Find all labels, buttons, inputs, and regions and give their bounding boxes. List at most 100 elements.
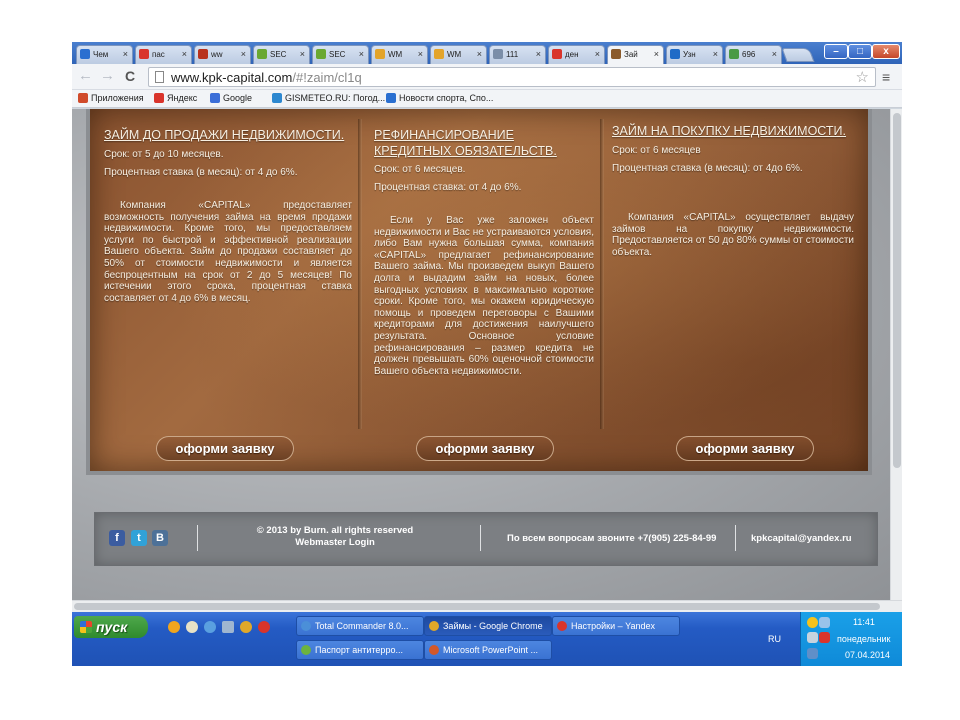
browser-tab[interactable]: SEC × xyxy=(312,45,369,64)
minimize-button[interactable]: – xyxy=(824,44,848,59)
total-commander-icon xyxy=(301,621,311,631)
start-label: пуск xyxy=(96,619,128,635)
taskbar-window-button[interactable]: Займы - Google Chrome xyxy=(424,616,552,636)
start-button[interactable]: пуск xyxy=(74,616,148,638)
horizontal-scroll-thumb[interactable] xyxy=(74,603,880,610)
tab-label: ден xyxy=(565,50,579,59)
quicklaunch-icon[interactable] xyxy=(186,621,198,633)
bookmark-label: Google xyxy=(223,93,253,103)
quicklaunch-icon[interactable] xyxy=(168,621,180,633)
bookmark-item[interactable]: Приложения xyxy=(78,93,144,103)
new-tab-button[interactable] xyxy=(781,48,815,62)
tray-icon[interactable] xyxy=(819,632,830,643)
browser-tab[interactable]: WM × xyxy=(371,45,428,64)
apply-button-purchase-loan[interactable]: оформи заявку xyxy=(676,436,814,461)
bookmark-item[interactable]: Новости спорта, Спо... xyxy=(386,93,493,103)
bookmark-label: Новости спорта, Спо... xyxy=(399,93,494,103)
taskbar-window-button[interactable]: Microsoft PowerPoint ... xyxy=(424,640,552,660)
taskbar-window-button[interactable]: Настройки – Yandex xyxy=(552,616,680,636)
close-tab-icon[interactable]: × xyxy=(123,46,128,63)
vertical-scrollbar[interactable] xyxy=(890,109,902,600)
close-tab-icon[interactable]: × xyxy=(182,46,187,63)
quicklaunch-icon[interactable] xyxy=(222,621,234,633)
language-indicator[interactable]: RU xyxy=(768,634,781,644)
close-tab-icon[interactable]: × xyxy=(241,46,246,63)
copyright-text: © 2013 by Burn. all rights reserved xyxy=(256,525,414,536)
browser-tab[interactable]: ww × xyxy=(194,45,251,64)
vk-icon[interactable]: B xyxy=(152,530,168,546)
clock-time[interactable]: 11:41 xyxy=(853,617,875,627)
close-tab-icon[interactable]: × xyxy=(359,46,364,63)
offer-description: Если у Вас уже заложен объект недвижимос… xyxy=(374,215,594,377)
close-tab-icon[interactable]: × xyxy=(713,46,718,63)
webmaster-login-link[interactable]: Webmaster Login xyxy=(245,537,425,549)
vertical-scroll-thumb[interactable] xyxy=(893,113,901,468)
browser-tab[interactable]: Узн × xyxy=(666,45,723,64)
apply-button-sale-loan[interactable]: оформи заявку xyxy=(156,436,294,461)
back-arrow-icon[interactable]: ← xyxy=(78,68,93,84)
bookmark-item[interactable]: GISMETEO.RU: Погод... xyxy=(272,93,385,103)
browser-tab[interactable]: 111 × xyxy=(489,45,546,64)
close-tab-icon[interactable]: × xyxy=(300,46,305,63)
bookmark-item[interactable]: Яндекс xyxy=(154,93,197,103)
bookmark-item[interactable]: Google xyxy=(210,93,252,103)
url-domain: www.kpk-capital.com xyxy=(171,70,293,85)
facebook-icon[interactable]: f xyxy=(109,530,125,546)
twitter-icon[interactable]: t xyxy=(131,530,147,546)
address-bar[interactable]: www.kpk-capital.com/#!zaim/cl1q ☆ xyxy=(148,67,876,87)
yandex-quicklaunch-icon[interactable] xyxy=(258,621,270,633)
browser-tab[interactable]: 696 × xyxy=(725,45,782,64)
webmoney-icon xyxy=(375,49,385,59)
close-tab-icon[interactable]: × xyxy=(772,46,777,63)
tab-label: SEC xyxy=(270,50,287,59)
taskbar-window-label: Займы - Google Chrome xyxy=(443,621,543,631)
close-tab-icon[interactable]: × xyxy=(654,46,659,63)
close-tab-icon[interactable]: × xyxy=(418,46,423,63)
footer-divider xyxy=(735,525,736,551)
horizontal-scrollbar[interactable] xyxy=(72,600,902,612)
reload-icon[interactable]: C xyxy=(125,68,135,84)
close-tab-icon[interactable]: × xyxy=(595,46,600,63)
close-window-button[interactable]: x xyxy=(872,44,900,59)
bookmark-star-icon[interactable]: ☆ xyxy=(856,68,869,86)
ip-icon xyxy=(670,49,680,59)
browser-tab[interactable]: SEC × xyxy=(253,45,310,64)
offer-title[interactable]: ЗАЙМ ДО ПРОДАЖИ НЕДВИЖИМОСТИ. xyxy=(104,127,352,144)
offer-term: Срок: от 6 месяцев xyxy=(612,145,701,156)
quicklaunch-icon[interactable] xyxy=(204,621,216,633)
chart-icon xyxy=(198,49,208,59)
browser-tab[interactable]: WM × xyxy=(430,45,487,64)
contact-email[interactable]: kpkcapital@yandex.ru xyxy=(751,533,852,544)
forward-arrow-icon[interactable]: → xyxy=(100,68,115,84)
maximize-button[interactable]: □ xyxy=(848,44,872,59)
browser-tab[interactable]: Зай × xyxy=(607,45,664,65)
browser-tab[interactable]: пас × xyxy=(135,45,192,64)
page-viewport: ЗАЙМ ДО ПРОДАЖИ НЕДВИЖИМОСТИ. Срок: от 5… xyxy=(72,109,890,600)
volume-icon[interactable] xyxy=(807,632,818,643)
copyright: © 2013 by Burn. all rights reserved Webm… xyxy=(245,525,425,549)
close-tab-icon[interactable]: × xyxy=(477,46,482,63)
url-text[interactable]: www.kpk-capital.com/#!zaim/cl1q xyxy=(171,70,362,85)
offer-term: Срок: от 6 месяцев. xyxy=(374,164,466,175)
tray-icon[interactable] xyxy=(807,617,818,628)
column-divider xyxy=(600,119,604,429)
webmoney-icon xyxy=(434,49,444,59)
close-tab-icon[interactable]: × xyxy=(536,46,541,63)
tab-label: Зай xyxy=(624,50,638,59)
offer-rate: Процентная ставка: от 4 до 6%. xyxy=(374,182,522,193)
browser-tab[interactable]: ден × xyxy=(548,45,605,64)
network-icon[interactable] xyxy=(807,648,818,659)
taskbar-window-button[interactable]: Паспорт антитерро... xyxy=(296,640,424,660)
offer-title[interactable]: РЕФИНАНСИРОВАНИЕ КРЕДИТНЫХ ОБЯЗАТЕЛЬСТВ. xyxy=(374,127,594,159)
chrome-quicklaunch-icon[interactable] xyxy=(240,621,252,633)
contact-phone: По всем вопросам звоните +7(905) 225-84-… xyxy=(507,533,717,544)
tray-icon[interactable] xyxy=(819,617,830,628)
dollar-icon xyxy=(316,49,326,59)
bookmark-label: GISMETEO.RU: Погод... xyxy=(285,93,386,103)
offer-title[interactable]: ЗАЙМ НА ПОКУПКУ НЕДВИЖИМОСТИ. xyxy=(612,123,854,140)
apply-button-refinancing[interactable]: оформи заявку xyxy=(416,436,554,461)
browser-tab[interactable]: Чем × xyxy=(76,45,133,64)
chrome-icon xyxy=(429,621,439,631)
chrome-menu-icon[interactable]: ≡ xyxy=(882,69,890,85)
taskbar-window-button[interactable]: Total Commander 8.0... xyxy=(296,616,424,636)
